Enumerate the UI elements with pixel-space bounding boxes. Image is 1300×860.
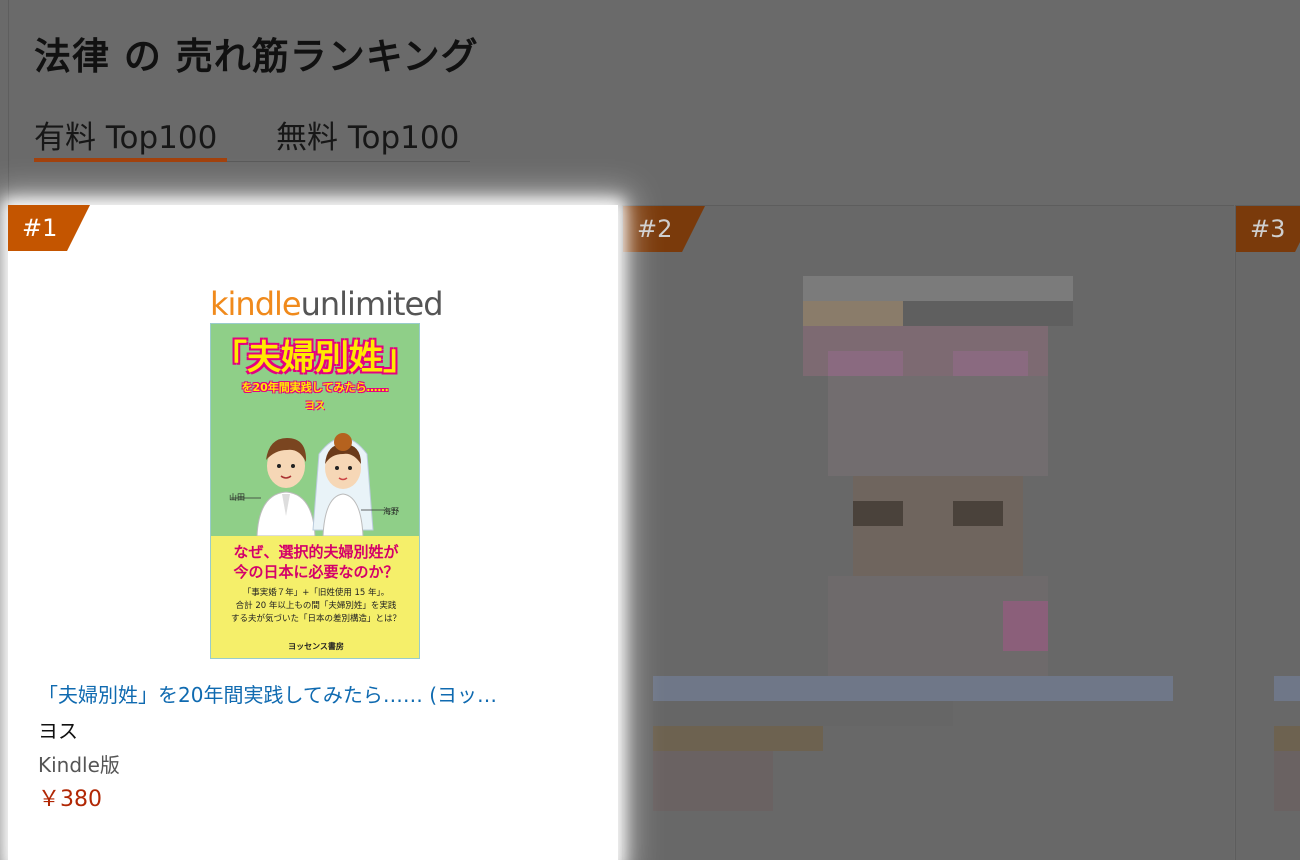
rank-badge: #1 xyxy=(8,205,90,251)
product-title-link[interactable]: 「夫婦別姓」を20年間実践してみたら…… (ヨッ… xyxy=(38,679,598,708)
tab-paid-top100[interactable]: 有料 Top100 xyxy=(34,112,217,157)
rank-badge: #3 xyxy=(1236,206,1300,252)
product-format: Kindle版 xyxy=(38,753,120,777)
cover-title: 「夫婦別姓」 xyxy=(213,338,417,378)
product-card-3[interactable]: #3 xyxy=(1235,205,1300,860)
cover-art: 「夫婦別姓」 を20年間実践してみたら…… ヨス 山田 海野 なぜ、選択的夫婦別… xyxy=(210,323,420,659)
cover-question-line1: なぜ、選択的夫婦別姓が xyxy=(233,543,399,561)
book-cover[interactable]: kindleunlimited 「夫婦別姓」 を20年間実践してみたら…… ヨス xyxy=(210,285,444,661)
active-tab-indicator xyxy=(34,158,227,162)
rank-badge: #2 xyxy=(623,206,705,252)
tab-free-top100[interactable]: 無料 Top100 xyxy=(276,112,459,157)
product-price: ￥380 xyxy=(38,787,102,812)
cover-bottom-panel: なぜ、選択的夫婦別姓が 今の日本に必要なのか？ 「事実婚７年」+「旧姓使用 15… xyxy=(211,536,419,658)
product-card-2[interactable]: #2 xyxy=(622,205,1234,860)
page-title: 法律 の 売れ筋ランキング xyxy=(34,35,479,78)
ranking-tabs: 有料 Top100 無料 Top100 xyxy=(34,112,470,162)
couple-illustration xyxy=(231,433,389,536)
product-card-1[interactable]: #1 kindleunlimited 「夫婦別姓」 を20年間実践してみたら……… xyxy=(8,205,618,860)
product-author: ヨス xyxy=(38,719,78,743)
cover-desc-line3: する夫が気づいた「日本の差別構造」とは？ xyxy=(230,614,401,624)
cover-author: ヨス xyxy=(305,401,325,412)
cover-label-right: 海野 xyxy=(383,507,399,516)
cover-label-left: 山田 xyxy=(229,493,245,502)
cover-question-line2: 今の日本に必要なのか？ xyxy=(233,563,399,581)
cover-subtitle: を20年間実践してみたら…… xyxy=(241,381,389,394)
cover-desc-line2: 合計 20 年以上もの間「夫婦別姓」を実践 xyxy=(235,601,397,611)
kindle-unlimited-logo: kindleunlimited xyxy=(210,285,444,323)
cover-publisher: ヨッセンス書房 xyxy=(288,642,344,651)
cover-desc-line1: 「事実婚７年」+「旧姓使用 15 年」。 xyxy=(242,588,390,598)
page-left-border xyxy=(8,0,9,205)
